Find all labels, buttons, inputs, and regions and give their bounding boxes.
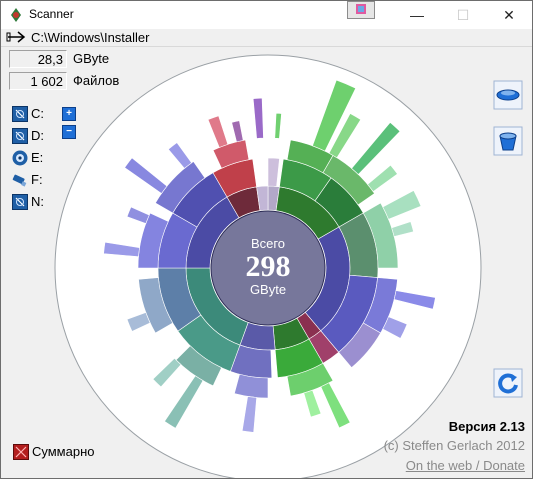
hard-drive-icon (12, 106, 28, 122)
sys-menu-icon[interactable] (347, 1, 375, 19)
arrow-right-icon[interactable] (6, 30, 28, 44)
drive-label: C: (31, 106, 44, 121)
hard-drive-icon (12, 128, 28, 144)
scanner-app-icon (11, 8, 21, 22)
minimize-button[interactable]: — (394, 1, 440, 29)
scanner-window: Scanner — ☐ ✕ C:\Windows\Installer 28,3 … (0, 0, 533, 479)
path-bar: C:\Windows\Installer (1, 29, 532, 47)
center-total-value: 298 (246, 250, 291, 283)
drive-label: F: (31, 172, 43, 187)
network-drive-icon (12, 194, 28, 210)
drive-label: N: (31, 194, 44, 209)
summary-icon (13, 444, 29, 460)
title-bar[interactable]: Scanner — ☐ ✕ (1, 1, 532, 29)
ring3-segment[interactable] (233, 373, 269, 399)
drive-label: D: (31, 128, 44, 143)
bucket-icon[interactable] (493, 126, 523, 156)
sunburst-chart[interactable]: Всего298GByte (53, 53, 483, 479)
current-path: C:\Windows\Installer (31, 30, 150, 45)
summary-label: Суммарно (32, 444, 95, 459)
center-unit: GByte (250, 282, 286, 297)
web-donate-link[interactable]: On the web / Donate (406, 458, 525, 473)
window-title: Scanner (29, 7, 74, 21)
maximize-button[interactable]: ☐ (440, 1, 486, 29)
usb-drive-icon (12, 174, 27, 187)
close-button[interactable]: ✕ (486, 1, 532, 29)
version-label: Версия 2.13 (448, 419, 525, 434)
drive-label: E: (31, 150, 44, 165)
center-label-top: Всего (251, 236, 285, 251)
copyright-label: (c) Steffen Gerlach 2012 (383, 438, 525, 453)
optical-disc-icon (12, 150, 28, 166)
refresh-icon[interactable] (493, 368, 523, 398)
folder-open-icon[interactable] (493, 80, 523, 110)
